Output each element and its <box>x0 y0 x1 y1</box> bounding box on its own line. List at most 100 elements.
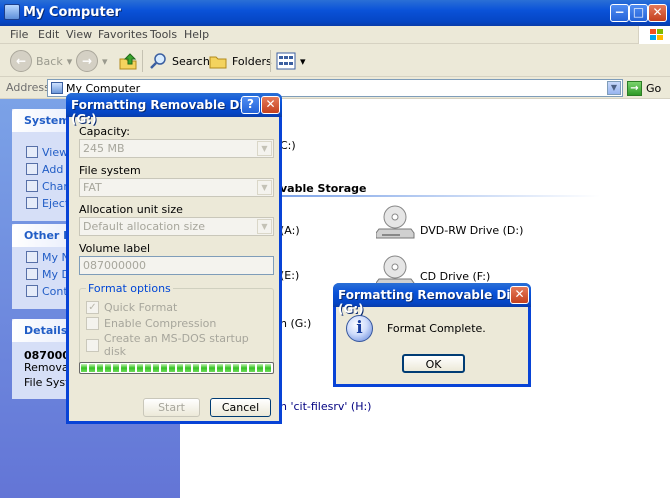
eject-icon <box>26 197 38 209</box>
complete-dialog-title: Formatting Removable Disk (G:) <box>338 288 526 316</box>
compression-label: Enable Compression <box>104 317 217 330</box>
complete-dialog-titlebar[interactable]: Formatting Removable Disk (G:) ✕ <box>333 283 531 316</box>
menu-tools[interactable]: Tools <box>150 28 177 41</box>
window-titlebar[interactable]: My Computer − □ ✕ <box>0 0 670 26</box>
network-icon <box>26 251 38 263</box>
progress-block <box>241 364 247 372</box>
menu-help[interactable]: Help <box>184 28 209 41</box>
progress-block <box>113 364 119 372</box>
views-icon <box>276 52 296 70</box>
progress-block <box>145 364 151 372</box>
minimize-button[interactable]: − <box>610 4 629 22</box>
progress-block <box>177 364 183 372</box>
progress-block <box>153 364 159 372</box>
forward-arrow-icon: → <box>76 50 98 72</box>
go-arrow-icon: → <box>627 80 642 96</box>
checkbox-empty-icon <box>86 338 99 352</box>
close-button[interactable]: ✕ <box>648 4 667 22</box>
search-button[interactable]: Search <box>148 49 210 73</box>
format-complete-dialog: Formatting Removable Disk (G:) ✕ i Forma… <box>333 283 531 387</box>
dvd-drive-icon[interactable] <box>376 205 416 241</box>
progress-block <box>81 364 87 372</box>
menu-favorites[interactable]: Favorites <box>98 28 148 41</box>
address-label: Address <box>6 81 50 94</box>
task-eject[interactable]: Eject <box>26 196 69 210</box>
drive-c-label[interactable]: C:) <box>280 139 296 152</box>
format-dialog-titlebar[interactable]: Formatting Removable Disk (G:) ? ✕ <box>66 93 282 126</box>
filesystem-select[interactable]: FAT ▼ <box>79 178 274 197</box>
progress-block <box>161 364 167 372</box>
progress-block <box>89 364 95 372</box>
chevron-down-icon: ▼ <box>257 180 272 195</box>
progress-block <box>265 364 271 372</box>
dvd-drive-label[interactable]: DVD-RW Drive (D:) <box>420 224 523 237</box>
back-arrow-icon: ← <box>10 50 32 72</box>
progress-block <box>225 364 231 372</box>
startup-disk-checkbox[interactable]: Create an MS-DOS startup disk <box>86 332 273 358</box>
start-button[interactable]: Start <box>143 398 200 417</box>
search-icon <box>150 53 166 69</box>
toolbar: ← Back ▾ → ▾ Search Folders ▾ <box>0 44 670 77</box>
menu-view[interactable]: View <box>66 28 92 41</box>
allocation-value: Default allocation size <box>83 220 205 233</box>
folder-icon <box>26 268 38 280</box>
format-dialog: Formatting Removable Disk (G:) ? ✕ Capac… <box>66 93 282 424</box>
capacity-select[interactable]: 245 MB ▼ <box>79 139 274 158</box>
information-icon: i <box>346 315 373 342</box>
filesystem-label: File system <box>79 164 141 177</box>
format-options-group: Format options ✓ Quick Format Enable Com… <box>79 282 274 372</box>
quick-format-checkbox[interactable]: ✓ Quick Format <box>86 301 177 314</box>
search-label: Search <box>172 54 210 68</box>
task-change[interactable]: Chan <box>26 179 70 193</box>
progress-block <box>233 364 239 372</box>
folders-icon <box>209 56 227 69</box>
task-view[interactable]: View <box>26 145 68 159</box>
section-divider <box>280 195 600 197</box>
help-button[interactable]: ? <box>241 96 260 114</box>
view-info-icon <box>26 146 38 158</box>
views-button[interactable]: ▾ <box>276 49 306 73</box>
format-dialog-close-button[interactable]: ✕ <box>261 96 280 114</box>
add-remove-icon <box>26 163 38 175</box>
cd-drive-label[interactable]: CD Drive (F:) <box>420 270 490 283</box>
back-label: Back <box>36 54 63 68</box>
folders-label: Folders <box>232 54 272 68</box>
drive-a-label[interactable]: (A:) <box>280 224 300 237</box>
back-dropdown-icon: ▾ <box>66 54 73 68</box>
allocation-select[interactable]: Default allocation size ▼ <box>79 217 274 236</box>
volume-label-input[interactable]: 087000000 <box>79 256 274 275</box>
allocation-label: Allocation unit size <box>79 203 183 216</box>
compression-checkbox[interactable]: Enable Compression <box>86 317 216 330</box>
my-computer-icon <box>4 4 20 20</box>
cancel-button[interactable]: Cancel <box>210 398 271 417</box>
menu-file[interactable]: File <box>10 28 28 41</box>
forward-dropdown-icon: ▾ <box>102 54 108 68</box>
ok-button[interactable]: OK <box>402 354 465 373</box>
maximize-button[interactable]: □ <box>629 4 648 22</box>
folders-button[interactable]: Folders <box>208 49 272 73</box>
address-dropdown-button[interactable]: ▼ <box>607 81 621 95</box>
back-button[interactable]: ← Back ▾ <box>10 49 72 73</box>
go-label: Go <box>646 81 662 95</box>
up-folder-button[interactable] <box>118 49 138 73</box>
drive-g-label[interactable]: n (G:) <box>280 317 311 330</box>
chevron-down-icon: ▼ <box>257 219 272 234</box>
progress-block <box>169 364 175 372</box>
progress-block <box>185 364 191 372</box>
task-view-label: View <box>42 145 69 159</box>
drive-e-label[interactable]: (E:) <box>280 269 299 282</box>
my-computer-icon <box>51 82 63 94</box>
network-drive-label[interactable]: n 'cit-filesrv' (H:) <box>280 400 371 413</box>
forward-button[interactable]: → ▾ <box>76 49 108 73</box>
volume-label-label: Volume label <box>79 242 151 255</box>
chevron-down-icon: ▼ <box>257 141 272 156</box>
complete-dialog-close-button[interactable]: ✕ <box>510 286 529 304</box>
menu-bar: File Edit View Favorites Tools Help <box>0 26 670 44</box>
menu-edit[interactable]: Edit <box>38 28 59 41</box>
change-setting-icon <box>26 180 38 192</box>
quick-format-label: Quick Format <box>104 301 178 314</box>
format-progress-bar <box>79 362 274 374</box>
format-options-title: Format options <box>86 282 173 295</box>
up-folder-icon <box>119 53 137 70</box>
go-button[interactable]: → Go <box>627 80 661 96</box>
